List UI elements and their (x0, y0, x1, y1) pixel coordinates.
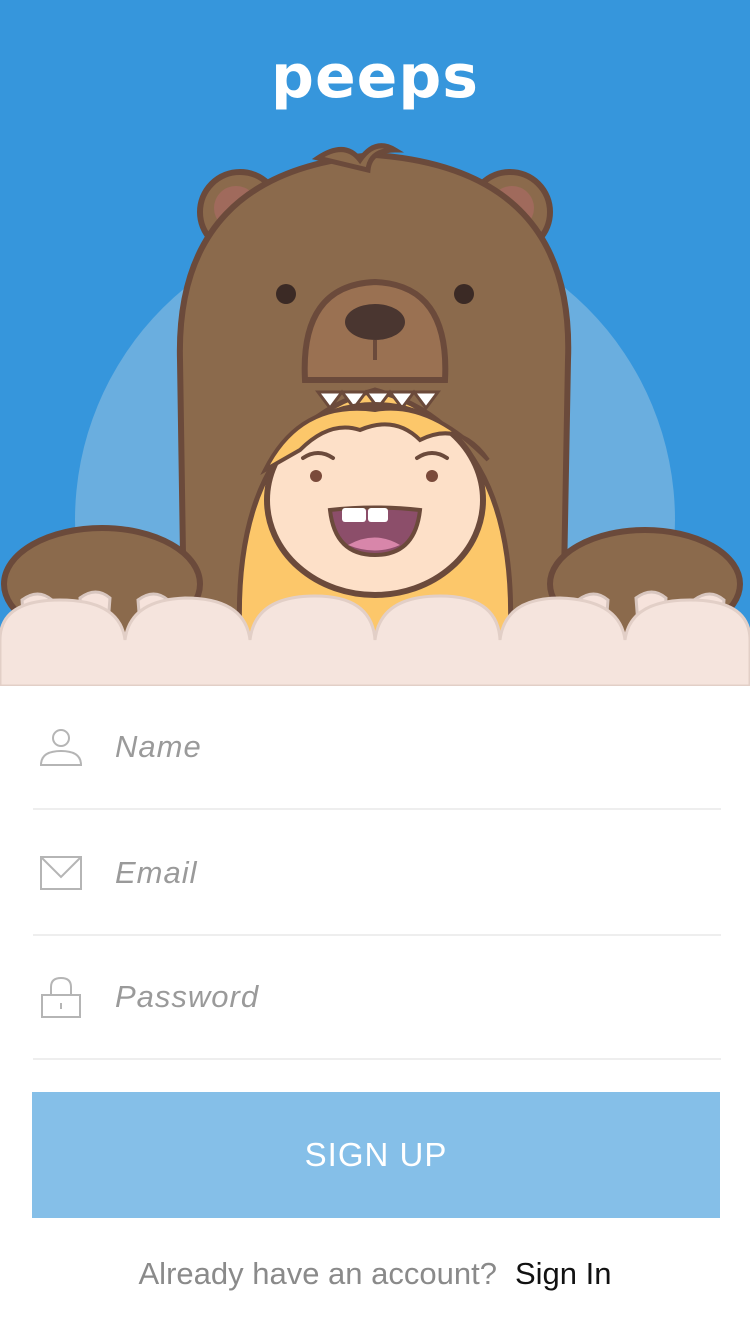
user-icon (39, 729, 83, 766)
password-field[interactable] (33, 936, 721, 1060)
envelope-icon (40, 856, 82, 890)
email-field[interactable] (33, 812, 721, 936)
password-input[interactable] (115, 936, 705, 1058)
name-input[interactable] (115, 686, 705, 808)
brand-logo: peeps (271, 42, 479, 112)
hero-banner: peeps (0, 0, 750, 686)
email-input[interactable] (115, 812, 705, 934)
sign-in-link[interactable]: Sign In (515, 1256, 612, 1291)
lock-icon (41, 976, 81, 1018)
name-field[interactable] (33, 686, 721, 810)
sign-up-button[interactable]: SIGN UP (32, 1092, 720, 1218)
signin-prompt: Already have an account? Sign In (0, 1256, 750, 1292)
signin-prompt-text: Already have an account? (138, 1256, 497, 1291)
